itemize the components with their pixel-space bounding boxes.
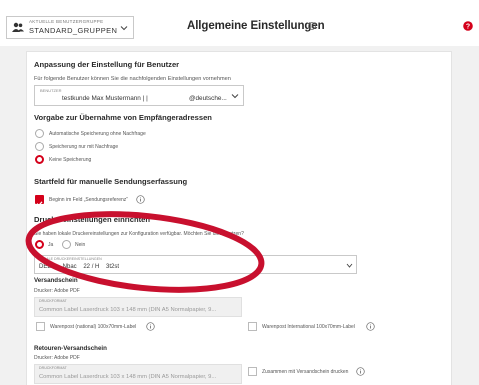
print-together-label: Zusammen mit Versandschein drucken bbox=[262, 369, 349, 375]
local-printer-label: LOKALE DRUCKEREINSTELLUNGEN bbox=[39, 257, 102, 261]
radio-save-ask-label: Speicherung nur mit Nachfrage bbox=[49, 144, 119, 150]
radio-printer-no-label: Nein bbox=[75, 242, 86, 248]
radio-auto-save-label: Automatische Speicherung ohne Nachfrage bbox=[49, 131, 146, 137]
user-select[interactable]: BENUTZER testkunde Max Mustermann | | @d… bbox=[34, 85, 244, 106]
shipping-format-value: Common Label Laserdruck 103 x 148 mm (DI… bbox=[39, 307, 217, 313]
info-icon[interactable] bbox=[146, 322, 155, 331]
warenpost-national-label: Warenpost (national) 100x70mm-Label bbox=[50, 324, 137, 330]
user-group-label: AKTUELLE BENUTZERGRUPPE bbox=[29, 19, 104, 24]
info-icon[interactable] bbox=[308, 22, 316, 30]
info-icon[interactable] bbox=[366, 322, 375, 331]
shipping-format-label: DRUCKFORMAT bbox=[39, 299, 67, 303]
page-title: Allgemeine Einstellungen bbox=[187, 20, 325, 32]
local-printer-value: DEBO Nbac 22 / H 3t2st bbox=[39, 264, 120, 270]
user-section-heading: Anpassung der Einstellung für Benutzer bbox=[34, 60, 180, 69]
user-group-select[interactable]: AKTUELLE BENUTZERGRUPPE STANDARD_GRUPPEN bbox=[6, 16, 134, 39]
info-icon[interactable] bbox=[136, 195, 145, 204]
warenpost-international-checkbox[interactable] bbox=[248, 322, 257, 331]
radio-no-save-label: Keine Speicherung bbox=[49, 157, 92, 163]
chevron-down-icon bbox=[346, 263, 353, 268]
return-format-value: Common Label Laserdruck 103 x 148 mm (DI… bbox=[39, 374, 217, 380]
radio-auto-save[interactable] bbox=[35, 129, 44, 138]
help-icon[interactable]: ? bbox=[463, 21, 473, 31]
return-label-heading: Retouren-Versandschein bbox=[34, 345, 107, 352]
radio-printer-yes[interactable] bbox=[35, 240, 44, 249]
svg-text:?: ? bbox=[466, 24, 470, 31]
start-field-checkbox[interactable] bbox=[35, 195, 44, 207]
printer-question: Sie haben lokale Druckereinstellungen zu… bbox=[34, 231, 244, 237]
user-select-email: @deutsche... bbox=[189, 95, 227, 102]
return-format-select[interactable]: DRUCKFORMAT Common Label Laserdruck 103 … bbox=[34, 364, 242, 384]
user-select-name: testkunde Max Mustermann | | bbox=[62, 95, 148, 102]
radio-save-ask[interactable] bbox=[35, 142, 44, 151]
local-printer-select[interactable]: LOKALE DRUCKEREINSTELLUNGEN DEBO Nbac 22… bbox=[34, 255, 357, 274]
info-icon[interactable] bbox=[356, 367, 365, 376]
shipping-label-heading: Versandschein bbox=[34, 277, 78, 284]
radio-no-save[interactable] bbox=[35, 155, 44, 164]
start-field-label: Beginn im Feld „Sendungsreferenz“ bbox=[49, 197, 128, 203]
shipping-printer-text: Drucker: Adobe PDF bbox=[34, 288, 80, 294]
warenpost-national-checkbox[interactable] bbox=[36, 322, 45, 331]
user-select-label: BENUTZER bbox=[40, 88, 62, 93]
return-printer-text: Drucker: Adobe PDF bbox=[34, 355, 80, 361]
start-section-heading: Startfeld für manuelle Sendungserfassung bbox=[34, 177, 188, 186]
checkmark-icon bbox=[36, 201, 43, 207]
radio-printer-no[interactable] bbox=[62, 240, 71, 249]
return-format-label: DRUCKFORMAT bbox=[39, 366, 67, 370]
shipping-format-select[interactable]: DRUCKFORMAT Common Label Laserdruck 103 … bbox=[34, 297, 242, 317]
recipients-section-heading: Vorgabe zur Übernahme von Empfängeradres… bbox=[34, 113, 212, 122]
radio-printer-yes-label: Ja bbox=[48, 242, 54, 248]
users-icon bbox=[12, 22, 24, 32]
user-section-description: Für folgende Benutzer können Sie die nac… bbox=[34, 76, 231, 82]
chevron-down-icon bbox=[120, 26, 128, 31]
user-group-value: STANDARD_GRUPPEN bbox=[29, 26, 118, 35]
print-together-checkbox[interactable] bbox=[248, 367, 257, 376]
printer-section-heading: Druckereinstellungen einrichten bbox=[34, 215, 151, 224]
warenpost-international-label: Warenpost International 100x70mm-Label bbox=[262, 324, 355, 330]
chevron-down-icon bbox=[231, 94, 239, 99]
